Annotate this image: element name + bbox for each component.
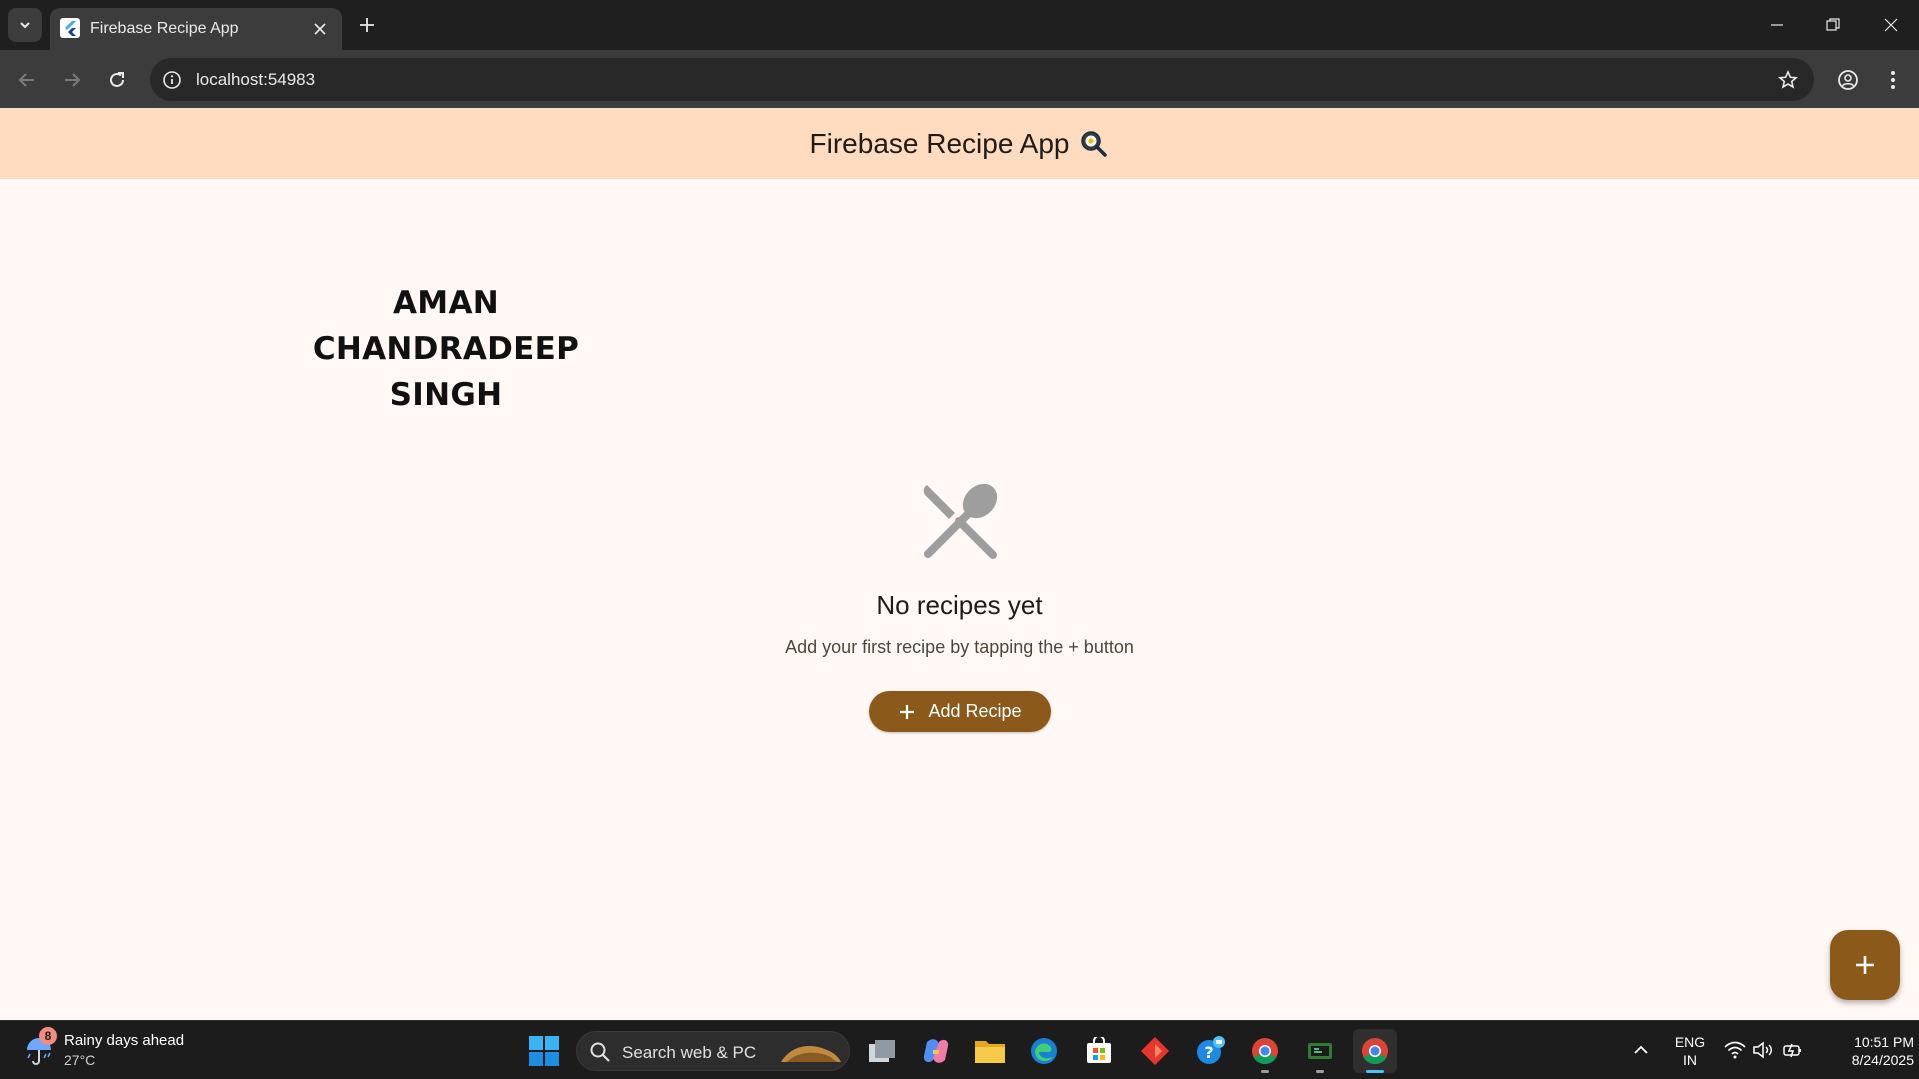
chrome-icon (1362, 1038, 1388, 1065)
app-page: Firebase Recipe App AMAN CHANDRADEEP SIN… (0, 108, 1919, 1020)
minimize-button[interactable] (1762, 10, 1792, 40)
clock-time: 10:51 PM (1854, 1034, 1914, 1050)
lang-line: ENG (1674, 1034, 1706, 1050)
empty-state-title: No recipes yet (876, 590, 1043, 620)
edge-icon (1031, 1038, 1057, 1064)
weather-badge: 8 (39, 1027, 57, 1045)
tab-search-button[interactable] (8, 8, 42, 42)
app-title: Firebase Recipe App (809, 127, 1070, 159)
new-tab-button[interactable] (354, 12, 380, 38)
active-indicator (1366, 1070, 1384, 1073)
search-icon (590, 1042, 610, 1062)
system-clock[interactable]: 10:51 PM 8/24/2025 (1814, 1033, 1914, 1069)
taskbar-edge[interactable] (1022, 1029, 1066, 1073)
store-icon (1087, 1037, 1111, 1063)
browser-tab-active[interactable]: Firebase Recipe App (50, 8, 342, 50)
chevron-down-icon (20, 22, 30, 29)
back-button[interactable] (12, 65, 42, 95)
copilot-icon (923, 1039, 949, 1063)
wifi-icon[interactable] (1724, 1039, 1746, 1061)
add-recipe-fab[interactable] (1830, 930, 1900, 1000)
author-name-line: AMAN (393, 285, 499, 321)
author-name-line: SINGH (389, 377, 503, 413)
taskbar-task-view[interactable] (860, 1029, 904, 1073)
arrow-right-icon (65, 73, 81, 87)
lang-line: IN (1683, 1052, 1697, 1068)
plus-icon (360, 18, 374, 32)
taskbar-red-app[interactable] (1133, 1029, 1177, 1073)
author-name: AMAN CHANDRADEEP SINGH (300, 280, 592, 418)
close-icon (1884, 18, 1898, 32)
browser-menu-button[interactable] (1878, 65, 1908, 95)
running-indicator (1261, 1070, 1269, 1073)
account-circle-icon (1838, 70, 1858, 90)
site-info-icon[interactable] (160, 68, 184, 92)
taskbar-terminal-app[interactable] (1298, 1029, 1342, 1073)
close-window-button[interactable] (1876, 10, 1906, 40)
plus-icon (898, 703, 916, 721)
arrow-left-icon (18, 73, 34, 87)
volume-icon[interactable] (1752, 1039, 1774, 1061)
add-recipe-button[interactable]: Add Recipe (869, 691, 1051, 732)
address-bar[interactable]: localhost:54983 (150, 58, 1814, 101)
close-tab-icon[interactable] (310, 19, 330, 39)
chrome-icon (1252, 1038, 1278, 1065)
browser-toolbar: localhost:54983 (0, 50, 1919, 108)
browser-tab-bar: Firebase Recipe App (0, 0, 1919, 50)
diamond-app-icon (1141, 1037, 1169, 1065)
taskbar-file-explorer[interactable] (968, 1029, 1012, 1073)
taskbar-help-app[interactable]: ? (1189, 1029, 1233, 1073)
restore-button[interactable] (1818, 10, 1848, 40)
reload-button[interactable] (102, 65, 132, 95)
help-chat-icon: ? (1197, 1036, 1225, 1064)
taskbar-store[interactable] (1077, 1029, 1121, 1073)
windows-start-icon[interactable] (528, 1035, 560, 1067)
add-recipe-label: Add Recipe (928, 701, 1022, 721)
chevron-up-icon (1634, 1045, 1648, 1054)
taskbar-copilot[interactable] (914, 1029, 958, 1073)
bookmark-star-icon[interactable] (1776, 68, 1800, 92)
restore-icon (1826, 18, 1840, 31)
reload-icon (110, 72, 124, 87)
input-language-indicator[interactable]: ENG IN (1668, 1033, 1712, 1069)
taskbar-chrome-1[interactable] (1243, 1029, 1287, 1073)
minimize-icon (1771, 24, 1783, 26)
clock-date: 8/24/2025 (1851, 1052, 1914, 1068)
app-bar: Firebase Recipe App (0, 108, 1919, 179)
more-vert-icon (1891, 71, 1895, 89)
plus-icon (1856, 956, 1874, 974)
frying-pan-icon (1079, 129, 1109, 159)
show-hidden-icons-button[interactable] (1630, 1039, 1652, 1061)
empty-state-subtitle: Add your first recipe by tapping the + b… (785, 637, 1134, 657)
taskbar-chrome-2[interactable] (1353, 1029, 1397, 1073)
weather-text[interactable]: Rainy days ahead (64, 1032, 184, 1049)
battery-icon[interactable] (1782, 1039, 1804, 1061)
tab-title: Firebase Recipe App (90, 20, 239, 37)
utensils-crossed-icon (923, 483, 998, 559)
windows-taskbar: 8 Rainy days ahead 27°C Search web & PC … (0, 1020, 1919, 1079)
profile-button[interactable] (1833, 65, 1863, 95)
taskbar-search-placeholder: Search web & PC (622, 1043, 757, 1062)
url-text: localhost:54983 (196, 70, 316, 89)
svg-text:?: ? (1204, 1043, 1213, 1062)
search-highlight-icon (781, 1046, 841, 1062)
running-indicator (1316, 1070, 1324, 1073)
taskbar-search-box[interactable]: Search web & PC (576, 1031, 850, 1071)
terminal-icon (1308, 1043, 1332, 1059)
task-view-icon (869, 1040, 895, 1062)
weather-temp: 27°C (64, 1052, 96, 1068)
author-name-line: CHANDRADEEP (312, 331, 580, 367)
folder-icon (975, 1041, 1005, 1063)
forward-button[interactable] (57, 65, 87, 95)
flutter-icon (60, 18, 80, 38)
